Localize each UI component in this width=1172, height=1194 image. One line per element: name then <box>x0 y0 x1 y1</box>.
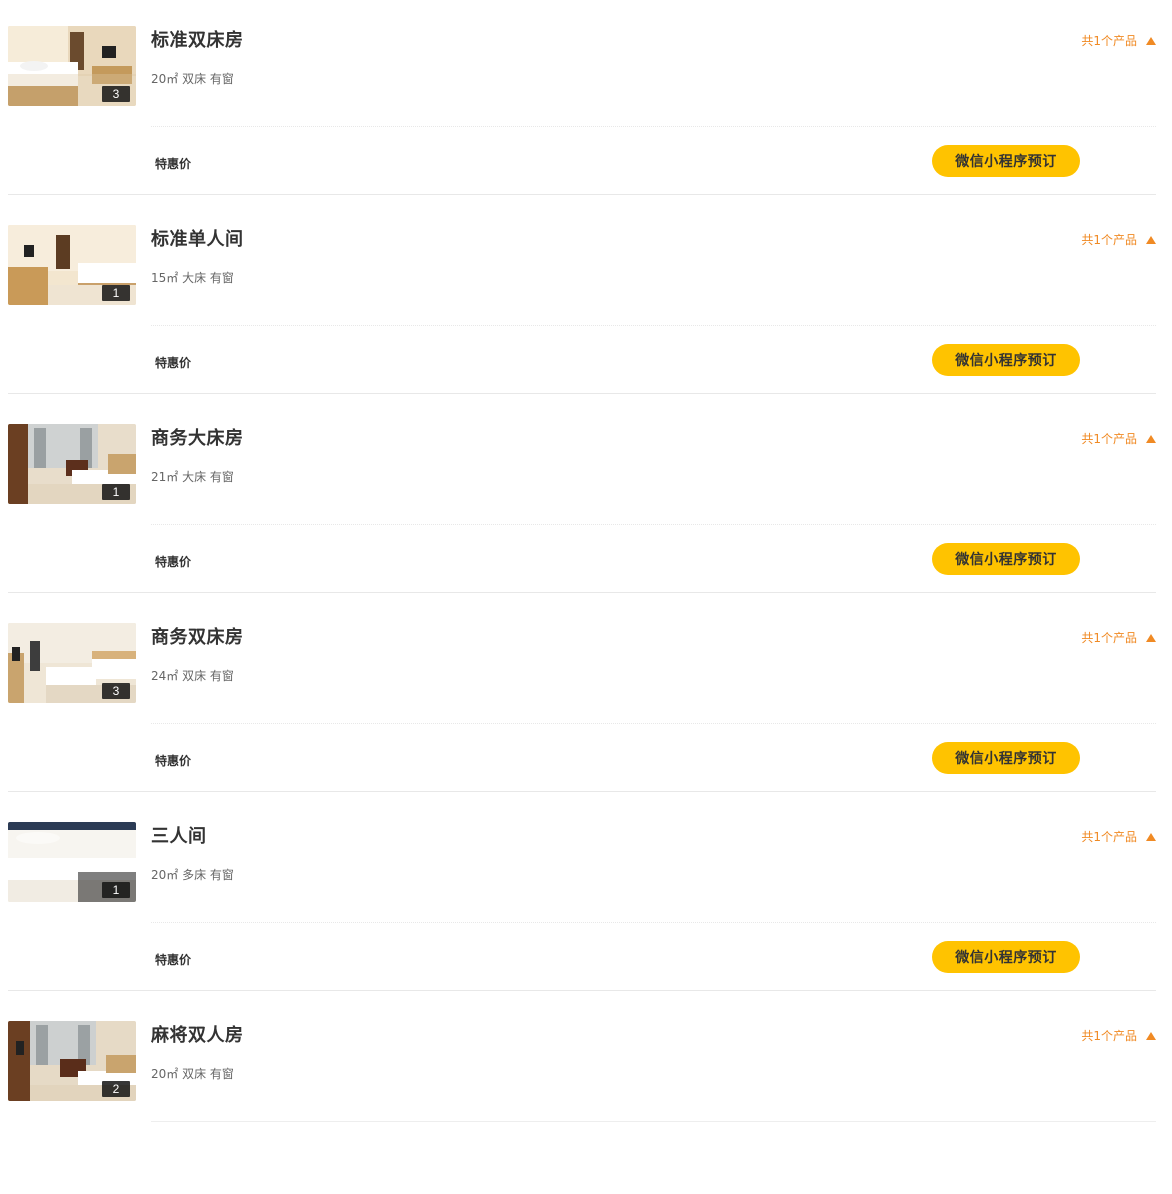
room-photo[interactable]: 3 <box>8 26 136 106</box>
products-toggle[interactable]: 共1个产品 <box>1081 1027 1156 1044</box>
room-name[interactable]: 商务双床房 <box>151 623 244 649</box>
collapse-triangle-icon <box>1146 434 1156 443</box>
room-divider <box>8 194 1156 195</box>
room-divider <box>8 393 1156 394</box>
room-divider <box>8 990 1156 991</box>
room-name[interactable]: 标准单人间 <box>151 225 244 251</box>
collapse-triangle-icon <box>1146 36 1156 45</box>
products-count-label: 共1个产品 <box>1081 34 1137 48</box>
room-name[interactable]: 麻将双人房 <box>151 1021 244 1047</box>
photo-count-badge: 1 <box>102 484 130 500</box>
photo-count-badge: 3 <box>102 683 130 699</box>
room-photo[interactable]: 1 <box>8 822 136 902</box>
wechat-book-button[interactable]: 微信小程序预订 <box>932 344 1080 376</box>
products-toggle[interactable]: 共1个产品 <box>1081 629 1156 646</box>
room-specs: 15㎡ 大床 有窗 <box>151 271 234 285</box>
room-card: 1 三人间 20㎡ 多床 有窗 共1个产品 特惠价 微信小程序预订 <box>8 796 1156 995</box>
photo-count-badge: 2 <box>102 1081 130 1097</box>
products-count-label: 共1个产品 <box>1081 1029 1137 1043</box>
room-specs: 20㎡ 多床 有窗 <box>151 868 234 882</box>
room-name[interactable]: 标准双床房 <box>151 26 244 52</box>
product-row: 特惠价 微信小程序预订 <box>151 940 1156 976</box>
wechat-book-button[interactable]: 微信小程序预订 <box>932 742 1080 774</box>
room-photo[interactable]: 1 <box>8 424 136 504</box>
room-header: 1 商务大床房 21㎡ 大床 有窗 共1个产品 <box>8 424 1156 525</box>
product-divider <box>151 524 1156 525</box>
room-header: 1 三人间 20㎡ 多床 有窗 共1个产品 <box>8 822 1156 923</box>
collapse-triangle-icon <box>1146 633 1156 642</box>
products-toggle[interactable]: 共1个产品 <box>1081 231 1156 248</box>
rate-label: 特惠价 <box>155 953 192 967</box>
room-divider <box>8 791 1156 792</box>
photo-count-badge: 3 <box>102 86 130 102</box>
room-header: 3 商务双床房 24㎡ 双床 有窗 共1个产品 <box>8 623 1156 724</box>
room-card: 2 麻将双人房 20㎡ 双床 有窗 共1个产品 <box>8 995 1156 1194</box>
wechat-book-button[interactable]: 微信小程序预订 <box>932 145 1080 177</box>
wechat-book-button[interactable]: 微信小程序预订 <box>932 941 1080 973</box>
product-divider <box>151 126 1156 127</box>
products-count-label: 共1个产品 <box>1081 631 1137 645</box>
room-header: 2 麻将双人房 20㎡ 双床 有窗 共1个产品 <box>8 1021 1156 1122</box>
room-list: 3 标准双床房 20㎡ 双床 有窗 共1个产品 特惠价 微信小程序预订 1 标准… <box>0 0 1172 1194</box>
collapse-triangle-icon <box>1146 1031 1156 1040</box>
product-row: 特惠价 微信小程序预订 <box>151 741 1156 777</box>
room-photo[interactable]: 2 <box>8 1021 136 1101</box>
room-card: 1 标准单人间 15㎡ 大床 有窗 共1个产品 特惠价 微信小程序预订 <box>8 199 1156 398</box>
room-specs: 24㎡ 双床 有窗 <box>151 669 234 683</box>
room-specs: 20㎡ 双床 有窗 <box>151 1067 234 1081</box>
room-specs: 20㎡ 双床 有窗 <box>151 72 234 86</box>
collapse-triangle-icon <box>1146 832 1156 841</box>
products-count-label: 共1个产品 <box>1081 233 1137 247</box>
photo-count-badge: 1 <box>102 285 130 301</box>
product-divider <box>151 723 1156 724</box>
room-name[interactable]: 商务大床房 <box>151 424 244 450</box>
photo-count-badge: 1 <box>102 882 130 898</box>
room-photo[interactable]: 1 <box>8 225 136 305</box>
product-row: 特惠价 微信小程序预订 <box>151 144 1156 180</box>
room-card: 1 商务大床房 21㎡ 大床 有窗 共1个产品 特惠价 微信小程序预订 <box>8 398 1156 597</box>
product-divider <box>151 1121 1156 1122</box>
room-specs: 21㎡ 大床 有窗 <box>151 470 234 484</box>
room-card: 3 标准双床房 20㎡ 双床 有窗 共1个产品 特惠价 微信小程序预订 <box>8 0 1156 199</box>
product-divider <box>151 922 1156 923</box>
rate-label: 特惠价 <box>155 754 192 768</box>
products-toggle[interactable]: 共1个产品 <box>1081 32 1156 49</box>
wechat-book-button[interactable]: 微信小程序预订 <box>932 543 1080 575</box>
room-name[interactable]: 三人间 <box>151 822 207 848</box>
products-count-label: 共1个产品 <box>1081 432 1137 446</box>
products-count-label: 共1个产品 <box>1081 830 1137 844</box>
room-photo[interactable]: 3 <box>8 623 136 703</box>
rate-label: 特惠价 <box>155 157 192 171</box>
products-toggle[interactable]: 共1个产品 <box>1081 828 1156 845</box>
product-row: 特惠价 微信小程序预订 <box>151 343 1156 379</box>
rate-label: 特惠价 <box>155 555 192 569</box>
room-divider <box>8 592 1156 593</box>
product-row: 特惠价 微信小程序预订 <box>151 542 1156 578</box>
room-header: 3 标准双床房 20㎡ 双床 有窗 共1个产品 <box>8 26 1156 127</box>
rate-label: 特惠价 <box>155 356 192 370</box>
products-toggle[interactable]: 共1个产品 <box>1081 430 1156 447</box>
room-header: 1 标准单人间 15㎡ 大床 有窗 共1个产品 <box>8 225 1156 326</box>
collapse-triangle-icon <box>1146 235 1156 244</box>
room-card: 3 商务双床房 24㎡ 双床 有窗 共1个产品 特惠价 微信小程序预订 <box>8 597 1156 796</box>
product-divider <box>151 325 1156 326</box>
